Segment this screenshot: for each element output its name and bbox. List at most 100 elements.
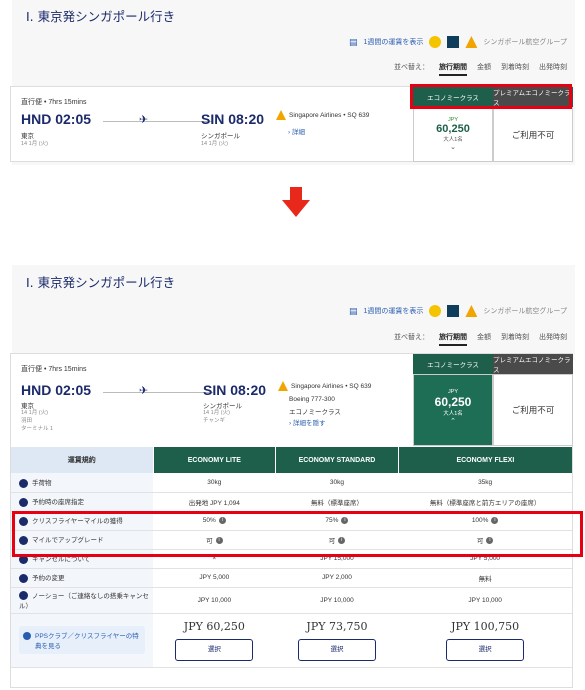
show-week-link[interactable]: 1週間の運賃を表示 [364, 37, 424, 47]
sort-option-arrival[interactable]: 到着時刻 [501, 332, 529, 346]
sort-label: 並べ替え： [394, 334, 429, 341]
cell: JPY 10,000 [398, 587, 572, 614]
singapore-airlines-logo-icon [465, 305, 478, 317]
arrival-time: SIN 08:20 [201, 111, 265, 127]
highlight-box-miles [12, 511, 583, 557]
fare-value: 60,250 [436, 123, 470, 135]
utility-bar: ▤ 1週間の運賃を表示 シンガポール航空グループ [349, 36, 567, 48]
hide-detail-link[interactable]: › 詳細を隠す [289, 417, 325, 427]
calendar-icon: ▤ [348, 305, 358, 316]
fare-value: 60,250 [434, 395, 472, 409]
cell: 35kg [398, 473, 572, 493]
arrival-date: 14 1月 (火) [201, 141, 228, 147]
economy-class-header[interactable]: エコノミークラス [413, 354, 493, 374]
singapore-airlines-logo-icon [465, 36, 478, 48]
fare-rules-table: 運賃規約 ECONOMY LITE ECONOMY STANDARD ECONO… [11, 447, 572, 668]
arrival-date: 14 1月 (火) [203, 410, 230, 416]
cell: 30kg [153, 473, 276, 493]
sort-bar-bottom: 並べ替え： 旅行期間 金額 到着時刻 出発時刻 [394, 332, 567, 346]
price-standard: JPY 73,750 [306, 619, 368, 633]
departure-airport: 羽田 [21, 418, 33, 424]
sort-option-duration[interactable]: 旅行期間 [439, 62, 467, 76]
route-line [103, 121, 213, 122]
detail-link[interactable]: › 詳細 [288, 126, 305, 136]
cell: 無料 [398, 568, 572, 588]
pps-benefits-link[interactable]: PPSクラブ／クリスフライヤーの特典を見る [19, 626, 145, 654]
airline-flight: Singapore Airlines • SQ 639 [289, 112, 370, 119]
table-row: ノーショー（ご連絡なしの搭乗キャンセル） JPY 10,000 JPY 10,0… [11, 587, 572, 614]
price-lite: JPY 60,250 [183, 619, 245, 633]
premium-economy-header[interactable]: プレミアムエコノミークラス [493, 354, 573, 374]
aircraft-type: Boeing 777-300 [289, 396, 335, 403]
arrival-time: SIN 08:20 [203, 382, 267, 398]
cell: JPY 10,000 [275, 587, 399, 614]
page-title: I. 東京発シンガポール行き [26, 9, 176, 24]
arrow-down-icon [282, 187, 310, 217]
cell: 無料（標準座席） [275, 492, 399, 512]
fare-type-lite: ECONOMY LITE [152, 447, 276, 473]
group-label: シンガポール航空グループ [483, 308, 567, 315]
row-label: キャンセルについて [32, 556, 91, 564]
utility-bar-bottom: ▤ 1週間の運賃を表示 シンガポール航空グループ [349, 305, 567, 317]
departure-date: 14 1月 (火) [21, 410, 48, 416]
price-row: PPSクラブ／クリスフライヤーの特典を見る JPY 60,250 選択 JPY … [11, 613, 572, 668]
cabin-class: エコノミークラス [289, 409, 341, 416]
premium-unavailable: ご利用不可 [493, 107, 573, 162]
cell: 30kg [275, 473, 399, 493]
no-show-icon [19, 591, 28, 601]
sort-option-departure[interactable]: 出発時刻 [539, 62, 567, 76]
cell: 無料（標準座席と前方エリアの座席） [398, 492, 572, 512]
show-week-link[interactable]: 1週間の運賃を表示 [364, 306, 424, 316]
table-row: 手荷物 30kg 30kg 35kg [11, 473, 572, 493]
group-label: シンガポール航空グループ [483, 39, 567, 46]
sort-option-price[interactable]: 金額 [477, 62, 491, 76]
select-standard-button[interactable]: 選択 [297, 638, 376, 661]
sort-option-departure[interactable]: 出発時刻 [539, 332, 567, 346]
chevron-up-icon: ⌃ [450, 418, 456, 425]
cell: JPY 5,000 [153, 568, 276, 588]
departure-time: HND 02:05 [21, 111, 92, 127]
plane-icon: ✈ [139, 385, 149, 397]
arrival-airport: チャンギ [203, 418, 225, 424]
cell: JPY 2,000 [275, 568, 399, 588]
select-lite-button[interactable]: 選択 [175, 638, 254, 661]
baggage-icon [19, 478, 28, 488]
fare-passengers: 大人1名 [443, 137, 463, 143]
premium-unavailable: ご利用不可 [493, 374, 573, 446]
highlight-box-cabins [410, 84, 572, 109]
sort-option-arrival[interactable]: 到着時刻 [501, 62, 529, 76]
fare-type-flexi: ECONOMY FLEXI [397, 447, 572, 473]
departure-terminal: ターミナル 1 [21, 426, 54, 432]
economy-fare-box[interactable]: JPY 60,250 大人1名 ⌄ [413, 107, 493, 162]
cell: 出発地 JPY 1,094 [153, 492, 276, 512]
row-label: 予約の変更 [32, 575, 65, 583]
airline-flight: Singapore Airlines • SQ 639 [291, 383, 372, 390]
singapore-airlines-icon [276, 110, 286, 120]
page-title-bottom: I. 東京発シンガポール行き [26, 275, 176, 290]
plane-icon: ✈ [139, 114, 149, 126]
seat-icon [19, 497, 28, 507]
table-row: 予約時の座席指定 出発地 JPY 1,094 無料（標準座席） 無料（標準座席と… [11, 492, 572, 512]
silkair-logo-icon [447, 36, 460, 48]
scoot-logo-icon [429, 305, 442, 317]
row-label: 予約時の座席指定 [32, 499, 84, 507]
economy-fare-box-selected[interactable]: JPY 60,250 大人1名 ⌃ [413, 374, 493, 446]
cell: JPY 10,000 [153, 587, 276, 614]
flight-type: 直行便 • 7hrs 15mins [21, 99, 87, 106]
price-flexi: JPY 100,750 [451, 619, 520, 633]
table-row: 予約の変更 JPY 5,000 JPY 2,000 無料 [11, 568, 572, 588]
sort-option-duration[interactable]: 旅行期間 [439, 332, 467, 346]
chevron-down-icon: ⌄ [450, 144, 456, 151]
flight-type: 直行便 • 7hrs 15mins [21, 366, 87, 373]
sort-option-price[interactable]: 金額 [477, 332, 491, 346]
bottom-panel: I. 東京発シンガポール行き ▤ 1週間の運賃を表示 シンガポール航空グループ … [12, 265, 575, 360]
departure-date: 14 1月 (火) [21, 141, 48, 147]
fare-type-standard: ECONOMY STANDARD [275, 447, 399, 473]
rules-header: 運賃規約 [11, 447, 153, 473]
fare-passengers: 大人1名 [443, 411, 463, 417]
sort-bar: 並べ替え： 旅行期間 金額 到着時刻 出発時刻 [394, 62, 567, 76]
medal-icon [23, 632, 31, 640]
select-flexi-button[interactable]: 選択 [446, 638, 525, 661]
silkair-logo-icon [447, 305, 460, 317]
row-label: 手荷物 [32, 479, 52, 487]
